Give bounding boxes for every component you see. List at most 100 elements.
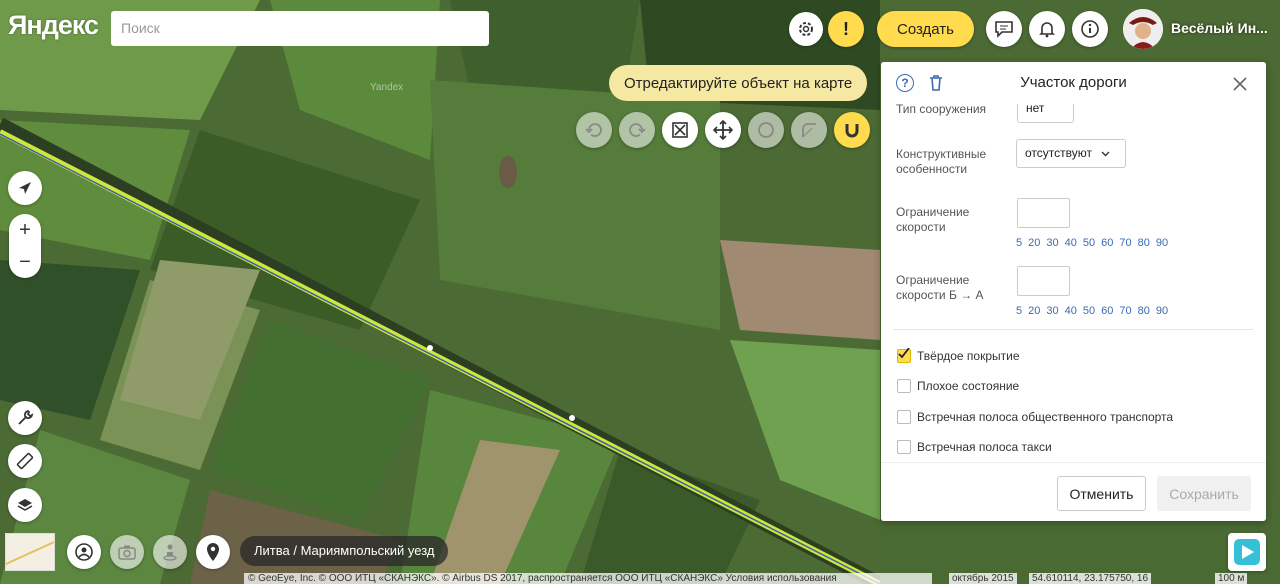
panorama-button[interactable]: [67, 535, 101, 569]
move-button[interactable]: [705, 112, 741, 148]
speed-limit-input[interactable]: [1017, 198, 1070, 228]
speed-preset[interactable]: 80: [1138, 237, 1150, 249]
speed-preset[interactable]: 80: [1138, 305, 1150, 317]
speed-preset[interactable]: 5: [1016, 305, 1022, 317]
circle-tool-button[interactable]: [748, 112, 784, 148]
speed-preset[interactable]: 90: [1156, 305, 1168, 317]
ruler-icon: [16, 452, 34, 470]
edit-hint: Отредактируйте объект на карте: [609, 65, 868, 101]
construction-features-label: Конструктивные особенности: [896, 147, 986, 177]
alerts-button[interactable]: !: [828, 11, 864, 47]
feedback-button[interactable]: [1228, 533, 1266, 571]
chat-icon: [995, 21, 1013, 38]
speed-limit-back-input[interactable]: [1017, 266, 1070, 296]
delete-vertex-button[interactable]: [662, 112, 698, 148]
imagery-date: октябрь 2015: [949, 573, 1017, 584]
speed-presets: 5 20 30 40 50 60 70 80 90: [1016, 237, 1174, 249]
redo-button[interactable]: [619, 112, 655, 148]
speed-preset[interactable]: 50: [1083, 305, 1095, 317]
speed-limit-label: Ограничение скорости: [896, 205, 969, 235]
checkbox-unchecked[interactable]: [897, 440, 911, 454]
wrench-icon: [18, 410, 34, 425]
info-icon: [1081, 20, 1099, 38]
exclamation-icon: !: [843, 18, 849, 39]
notifications-button[interactable]: [1029, 11, 1065, 47]
speed-preset[interactable]: 30: [1046, 305, 1058, 317]
checkbox-label: Встречная полоса общественного транспорт…: [917, 410, 1174, 424]
construction-features-value: отсутствуют: [1025, 146, 1092, 160]
settings-button[interactable]: [789, 12, 823, 46]
username[interactable]: Весёлый Ин...: [1171, 20, 1268, 36]
speed-back-presets: 5 20 30 40 50 60 70 80 90: [1016, 305, 1174, 317]
create-button[interactable]: Создать: [877, 11, 974, 47]
panel-title: Участок дороги: [1020, 74, 1127, 91]
map-type-thumbnail[interactable]: [5, 533, 55, 571]
bad-condition-checkbox[interactable]: Плохое состояние: [897, 379, 1019, 393]
structure-type-label: Тип сооружения: [896, 102, 987, 116]
ruler-button[interactable]: [8, 444, 42, 478]
speed-preset[interactable]: 40: [1065, 237, 1077, 249]
speed-back-label-line2: скорости Б → А: [896, 288, 984, 302]
circle-icon: [758, 122, 774, 138]
speed-preset[interactable]: 70: [1119, 237, 1131, 249]
yandex-logo[interactable]: Яндекс: [8, 10, 99, 41]
oncoming-taxi-lane-checkbox[interactable]: Встречная полоса такси: [897, 440, 1052, 454]
speed-preset[interactable]: 5: [1016, 237, 1022, 249]
speed-preset[interactable]: 70: [1119, 305, 1131, 317]
construction-features-select[interactable]: отсутствуют: [1016, 139, 1126, 168]
region-breadcrumb[interactable]: Литва / Мариямпольский уезд: [240, 536, 449, 566]
messages-button[interactable]: [986, 11, 1022, 47]
curve-icon: [802, 123, 816, 138]
geolocation-button[interactable]: [8, 171, 42, 205]
checkbox-unchecked[interactable]: [897, 379, 911, 393]
location-arrow-icon: [19, 182, 31, 194]
street-person-icon: [163, 544, 177, 561]
hard-surface-checkbox[interactable]: Твёрдое покрытие: [897, 348, 1020, 363]
play-arrow-icon: [1234, 539, 1260, 565]
bell-icon: [1039, 22, 1055, 38]
speed-preset[interactable]: 50: [1083, 237, 1095, 249]
checkbox-label: Твёрдое покрытие: [917, 349, 1020, 363]
layers-button[interactable]: [8, 488, 42, 522]
redo-icon: [629, 123, 646, 137]
camera-icon: [118, 545, 136, 560]
save-button[interactable]: Сохранить: [1157, 476, 1251, 511]
speed-preset[interactable]: 20: [1028, 237, 1040, 249]
zoom-in-button[interactable]: +: [9, 214, 41, 246]
speed-preset[interactable]: 90: [1156, 237, 1168, 249]
speed-preset[interactable]: 60: [1101, 305, 1113, 317]
checkbox-checked[interactable]: [897, 348, 911, 363]
copyright-text: © GeoEye, Inc. © ООО ИТЦ «СКАНЭКС». © Ai…: [244, 573, 932, 584]
avatar[interactable]: [1123, 9, 1163, 49]
cancel-button[interactable]: Отменить: [1057, 476, 1146, 511]
info-button[interactable]: [1072, 11, 1108, 47]
close-icon[interactable]: [1233, 77, 1247, 91]
speed-preset[interactable]: 30: [1046, 237, 1058, 249]
undo-button[interactable]: [576, 112, 612, 148]
scheme-thumbnail-icon: [5, 541, 55, 565]
zoom-out-button[interactable]: −: [9, 246, 41, 278]
speed-preset[interactable]: 20: [1028, 305, 1040, 317]
search-input[interactable]: Поиск: [111, 11, 489, 46]
snapping-button[interactable]: [834, 112, 870, 148]
speed-preset[interactable]: 60: [1101, 237, 1113, 249]
construction-label-line1: Конструктивные: [896, 147, 987, 161]
speed-preset[interactable]: 40: [1065, 305, 1077, 317]
speed-limit-back-label: Ограничение скорости Б → А: [896, 273, 984, 303]
avatar-image: [1123, 9, 1163, 49]
street-view-button[interactable]: [153, 535, 187, 569]
map-watermark: Yandex: [370, 82, 404, 93]
scale-bar: 100 м: [1215, 573, 1248, 584]
construction-label-line2: особенности: [896, 162, 968, 176]
photo-button[interactable]: [110, 535, 144, 569]
tools-button[interactable]: [8, 401, 42, 435]
layers-icon: [17, 499, 33, 511]
speed-back-label-line1: Ограничение: [896, 273, 970, 287]
oncoming-transit-lane-checkbox[interactable]: Встречная полоса общественного транспорт…: [897, 410, 1173, 424]
checkbox-unchecked[interactable]: [897, 410, 911, 424]
curve-tool-button[interactable]: [791, 112, 827, 148]
place-pin-button[interactable]: [196, 535, 230, 569]
undo-icon: [585, 123, 602, 137]
magnet-icon: [845, 124, 859, 138]
road-segment-panel: ? Участок дороги Тип сооружения нет Конс…: [881, 62, 1266, 521]
